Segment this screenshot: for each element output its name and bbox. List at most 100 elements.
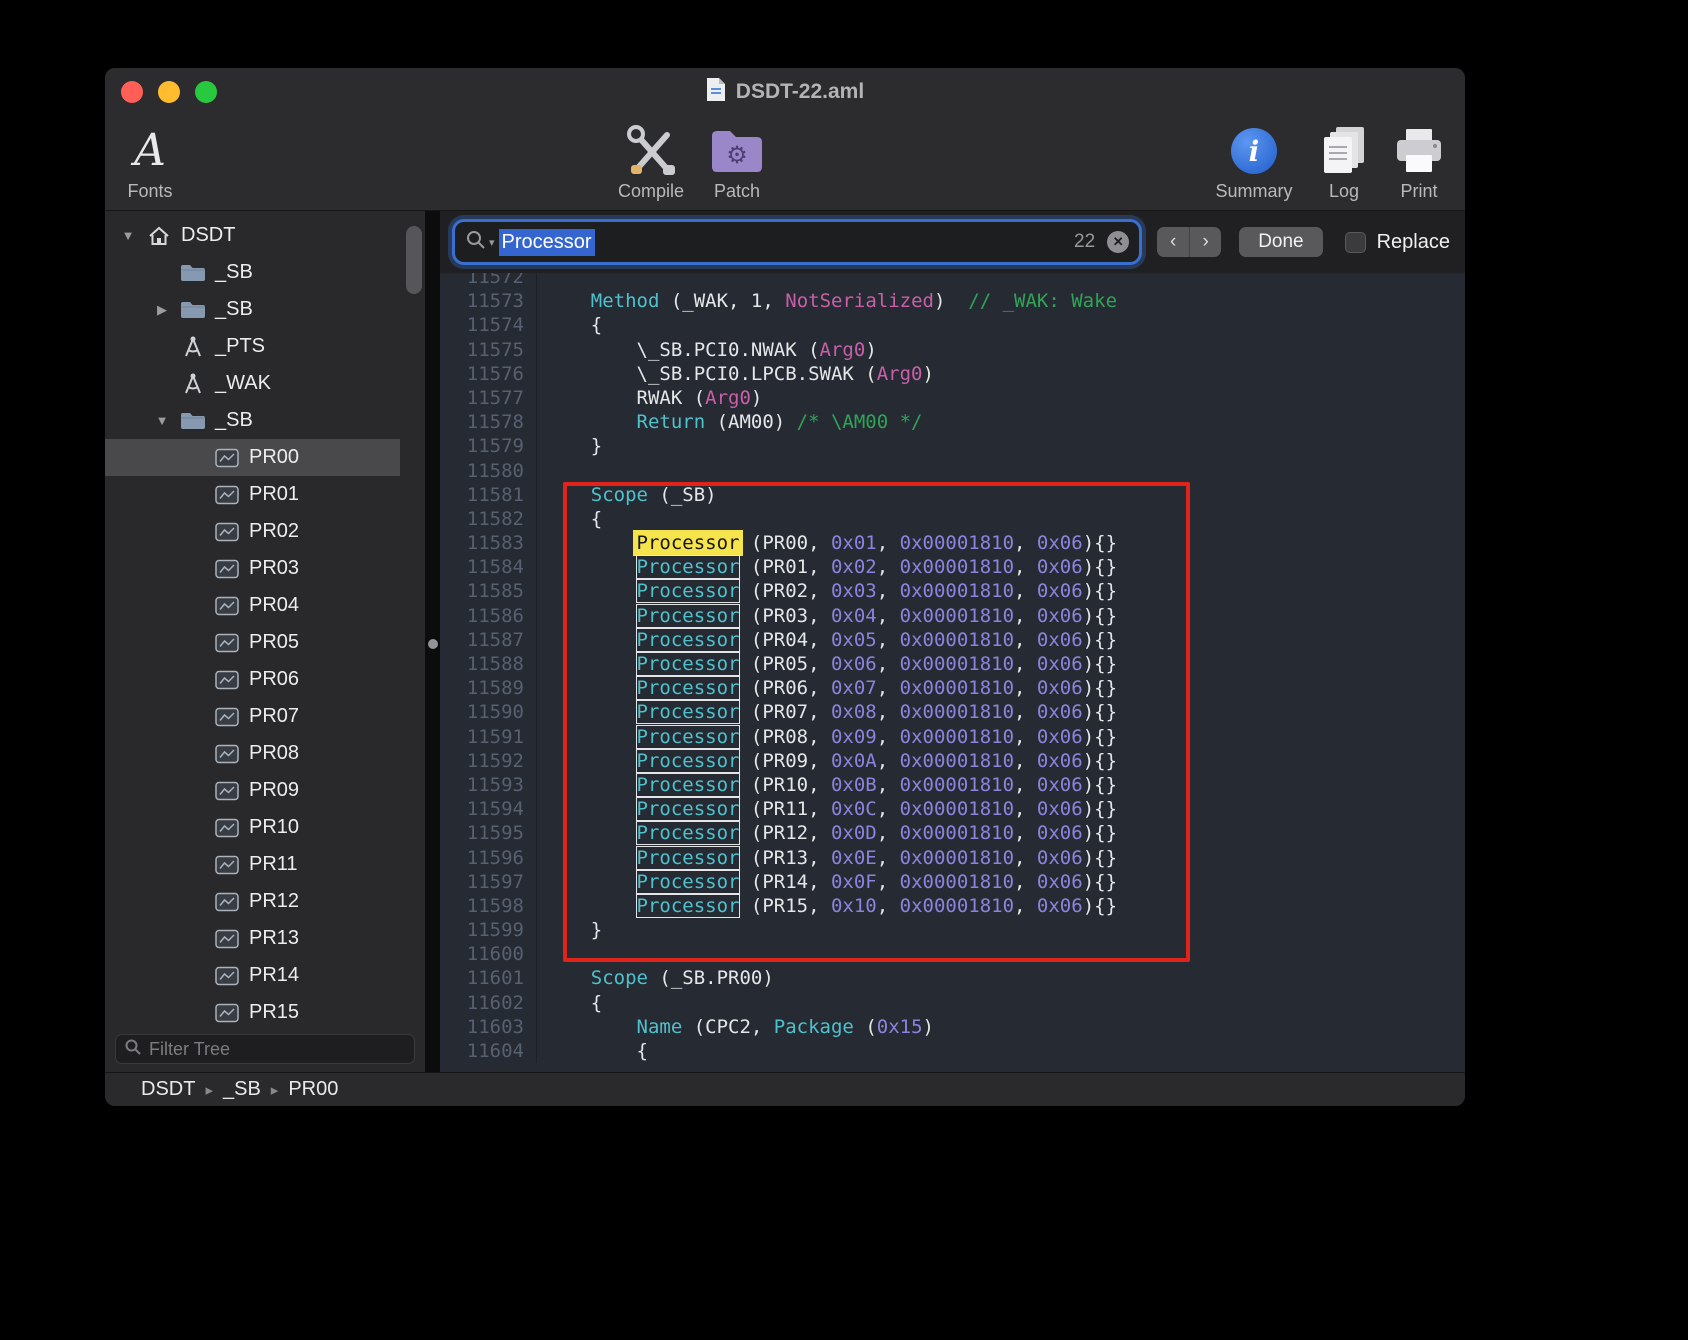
processor-icon [209, 559, 245, 579]
sidebar-item-pr11[interactable]: PR11 [105, 846, 400, 883]
line-content [537, 942, 545, 966]
sidebar-item-sb[interactable]: ▶_SB [105, 291, 400, 328]
sidebar-item-pr09[interactable]: PR09 [105, 772, 400, 809]
sidebar-item-label: PR09 [249, 779, 299, 802]
breadcrumb-separator: ▸ [271, 1081, 279, 1099]
processor-icon [209, 818, 245, 838]
code-editor[interactable]: 1157211573 Method (_WAK, 1, NotSerialize… [440, 273, 1465, 1072]
disclosure-open-icon[interactable]: ▼ [149, 413, 175, 428]
line-number: 11586 [440, 604, 537, 628]
sidebar-item-label: PR01 [249, 483, 299, 506]
sidebar-item-label: PR02 [249, 520, 299, 543]
sidebar-item-pr07[interactable]: PR07 [105, 698, 400, 735]
line-content: Processor (PR06, 0x07, 0x00001810, 0x06)… [537, 676, 1117, 700]
search-match: Processor [637, 774, 740, 796]
line-content: { [537, 507, 602, 531]
code-line: 11587 Processor (PR04, 0x05, 0x00001810,… [440, 628, 1465, 652]
sidebar-item-pr00[interactable]: PR00 [105, 439, 400, 476]
sidebar-item-dsdt[interactable]: ▼DSDT [105, 217, 400, 254]
sidebar-item-label: _SB [215, 261, 253, 284]
sidebar-item-label: PR06 [249, 668, 299, 691]
zoom-window-button[interactable] [195, 81, 217, 103]
search-match: Processor [637, 726, 740, 748]
processor-icon [209, 966, 245, 986]
sidebar-item-sb[interactable]: _SB [105, 254, 400, 291]
sidebar-item-pr05[interactable]: PR05 [105, 624, 400, 661]
sidebar-item-wak[interactable]: _WAK [105, 365, 400, 402]
search-match: Processor [637, 822, 740, 844]
line-number: 11583 [440, 531, 537, 555]
minimize-window-button[interactable] [158, 81, 180, 103]
close-window-button[interactable] [121, 81, 143, 103]
title-bar[interactable]: DSDT-22.aml [105, 68, 1465, 116]
line-content: Processor (PR08, 0x09, 0x00001810, 0x06)… [537, 725, 1117, 749]
toolbar: A Fonts Compile ⚙ [105, 116, 1465, 211]
disclosure-open-icon[interactable]: ▼ [115, 228, 141, 243]
compile-button[interactable]: Compile [606, 121, 696, 202]
replace-checkbox[interactable] [1345, 232, 1366, 253]
summary-button[interactable]: i Summary [1209, 121, 1299, 202]
filter-tree-input[interactable]: Filter Tree [115, 1034, 415, 1064]
code-line: 11602 { [440, 991, 1465, 1015]
sidebar-item-label: _WAK [215, 372, 271, 395]
sidebar-item-pr14[interactable]: PR14 [105, 957, 400, 994]
processor-icon [209, 707, 245, 727]
sidebar-item-pr01[interactable]: PR01 [105, 476, 400, 513]
line-content: } [537, 918, 602, 942]
line-content: { [537, 1039, 648, 1063]
search-input[interactable]: ▾ Processor 22 ✕ [455, 222, 1139, 262]
breadcrumb-item[interactable]: PR00 [288, 1078, 338, 1101]
filter-placeholder: Filter Tree [149, 1039, 230, 1060]
search-match: Processor [637, 750, 740, 772]
print-button[interactable]: Print [1374, 121, 1464, 202]
breadcrumb: DSDT▸_SB▸PR00 [105, 1072, 1465, 1106]
done-button[interactable]: Done [1239, 227, 1322, 257]
sidebar-tree: ▼DSDT _SB ▶_SB_PTS _WAK ▼_SBPR00 PR01 PR02 PR03… [105, 211, 425, 1028]
sidebar-item-pr10[interactable]: PR10 [105, 809, 400, 846]
sidebar-item-pr08[interactable]: PR08 [105, 735, 400, 772]
sidebar-item-sb[interactable]: ▼_SB [105, 402, 400, 439]
code-line: 11585 Processor (PR02, 0x03, 0x00001810,… [440, 579, 1465, 603]
sidebar-item-pr03[interactable]: PR03 [105, 550, 400, 587]
window-title-group: DSDT-22.aml [706, 77, 864, 108]
clear-search-icon[interactable]: ✕ [1107, 231, 1129, 253]
disclosure-closed-icon[interactable]: ▶ [149, 302, 175, 318]
search-match: Processor [637, 580, 740, 602]
line-content: Name (CPC2, Package (0x15) [537, 1015, 934, 1039]
sidebar-item-pr06[interactable]: PR06 [105, 661, 400, 698]
breadcrumb-item[interactable]: DSDT [141, 1078, 195, 1101]
line-content: \_SB.PCI0.LPCB.SWAK (Arg0) [537, 362, 934, 386]
code-line: 11599 } [440, 918, 1465, 942]
splitter-handle-icon[interactable] [428, 639, 438, 649]
search-match: Processor [637, 605, 740, 627]
line-content: Processor (PR14, 0x0F, 0x00001810, 0x06)… [537, 870, 1117, 894]
sidebar-item-pr04[interactable]: PR04 [105, 587, 400, 624]
folder-icon [175, 263, 211, 283]
folder-icon [175, 300, 211, 320]
breadcrumb-item[interactable]: _SB [223, 1078, 261, 1101]
sidebar-item-pr15[interactable]: PR15 [105, 994, 400, 1028]
code-line: 11600 [440, 942, 1465, 966]
line-content: Scope (_SB) [537, 483, 717, 507]
sidebar-item-pr13[interactable]: PR13 [105, 920, 400, 957]
code-line: 11594 Processor (PR11, 0x0C, 0x00001810,… [440, 797, 1465, 821]
search-match: Processor [637, 701, 740, 723]
sidebar-scrollbar[interactable] [406, 226, 422, 294]
line-number: 11581 [440, 483, 537, 507]
search-query: Processor [499, 229, 595, 256]
line-number: 11589 [440, 676, 537, 700]
find-next-button[interactable]: › [1189, 227, 1221, 257]
sidebar-item-pts[interactable]: _PTS [105, 328, 400, 365]
search-match: Processor [637, 895, 740, 917]
line-number: 11588 [440, 652, 537, 676]
line-number: 11597 [440, 870, 537, 894]
patch-button[interactable]: ⚙ Patch [692, 121, 782, 202]
pane-splitter[interactable] [425, 211, 440, 1072]
find-previous-button[interactable]: ‹ [1157, 227, 1189, 257]
sidebar-item-pr12[interactable]: PR12 [105, 883, 400, 920]
search-options-chevron-icon[interactable]: ▾ [489, 236, 495, 249]
sidebar-item-pr02[interactable]: PR02 [105, 513, 400, 550]
log-icon [1320, 121, 1368, 181]
code-line: 11590 Processor (PR07, 0x08, 0x00001810,… [440, 700, 1465, 724]
fonts-button[interactable]: A Fonts [105, 121, 195, 202]
